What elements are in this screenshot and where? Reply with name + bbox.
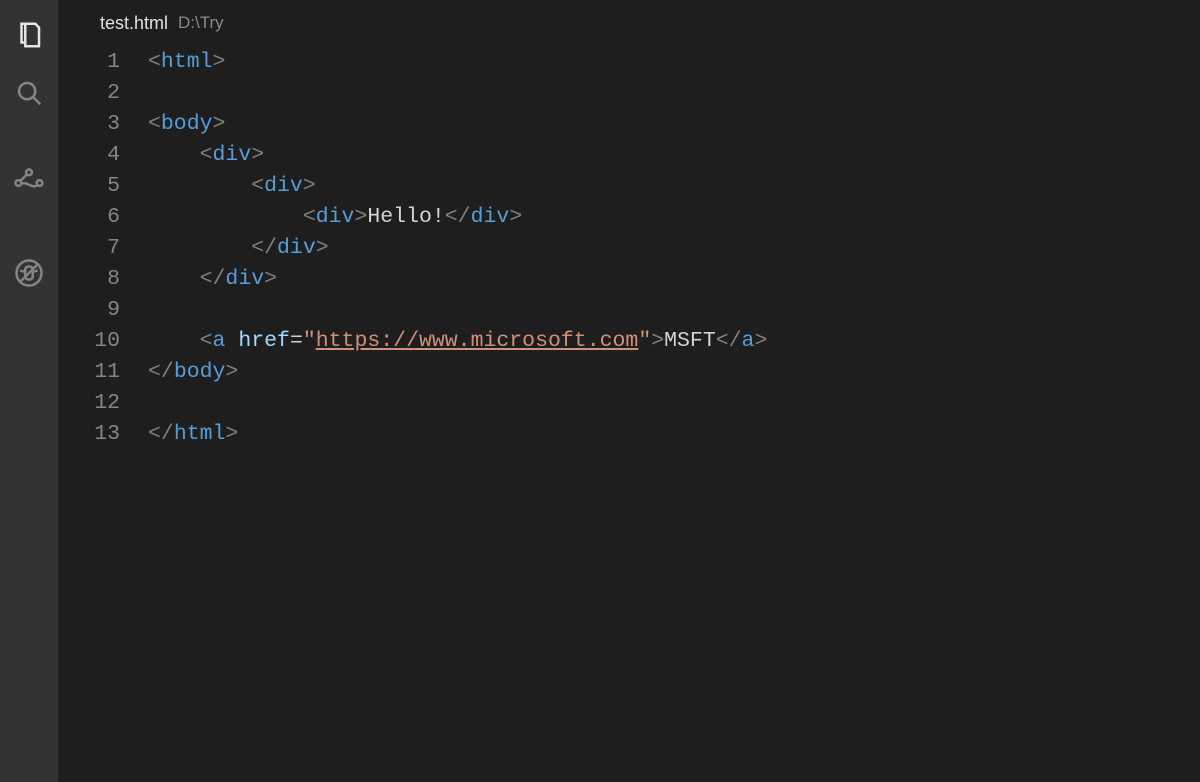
code-line: 2 bbox=[58, 77, 1200, 108]
code-line: 12 bbox=[58, 387, 1200, 418]
editor-tab[interactable]: test.html D:\Try bbox=[58, 0, 1200, 46]
code-line: 5 <div> bbox=[58, 170, 1200, 201]
code-line: 6 <div>Hello!</div> bbox=[58, 201, 1200, 232]
code-line: 11 </body> bbox=[58, 356, 1200, 387]
activity-debug[interactable] bbox=[0, 246, 58, 304]
editor-area: test.html D:\Try 1 <html> 2 3 <body> 4 <… bbox=[58, 0, 1200, 782]
line-number: 8 bbox=[58, 267, 148, 291]
line-number: 3 bbox=[58, 112, 148, 136]
activity-bar bbox=[0, 0, 58, 782]
code-line: 4 <div> bbox=[58, 139, 1200, 170]
bug-disabled-icon bbox=[14, 258, 44, 293]
code-line: 13 </html> bbox=[58, 418, 1200, 449]
activity-explorer[interactable] bbox=[0, 8, 58, 66]
tab-filename: test.html bbox=[100, 13, 168, 34]
git-branch-icon bbox=[14, 168, 44, 203]
activity-source-control[interactable] bbox=[0, 156, 58, 214]
activity-search[interactable] bbox=[0, 66, 58, 124]
code-line: 9 bbox=[58, 294, 1200, 325]
search-icon bbox=[14, 78, 44, 113]
line-number: 7 bbox=[58, 236, 148, 260]
line-number: 1 bbox=[58, 50, 148, 74]
line-number: 12 bbox=[58, 391, 148, 415]
code-line: 3 <body> bbox=[58, 108, 1200, 139]
line-number: 2 bbox=[58, 81, 148, 105]
code-line: 10 <a href="https://www.microsoft.com">M… bbox=[58, 325, 1200, 356]
code-line: 7 </div> bbox=[58, 232, 1200, 263]
tab-path: D:\Try bbox=[178, 13, 224, 33]
files-icon bbox=[14, 20, 44, 55]
line-number: 4 bbox=[58, 143, 148, 167]
line-number: 11 bbox=[58, 360, 148, 384]
line-number: 9 bbox=[58, 298, 148, 322]
line-number: 6 bbox=[58, 205, 148, 229]
code-line: 8 </div> bbox=[58, 263, 1200, 294]
code-editor[interactable]: 1 <html> 2 3 <body> 4 <div> 5 <div> 6 <d… bbox=[58, 46, 1200, 449]
code-line: 1 <html> bbox=[58, 46, 1200, 77]
line-number: 13 bbox=[58, 422, 148, 446]
line-number: 5 bbox=[58, 174, 148, 198]
line-number: 10 bbox=[58, 329, 148, 353]
